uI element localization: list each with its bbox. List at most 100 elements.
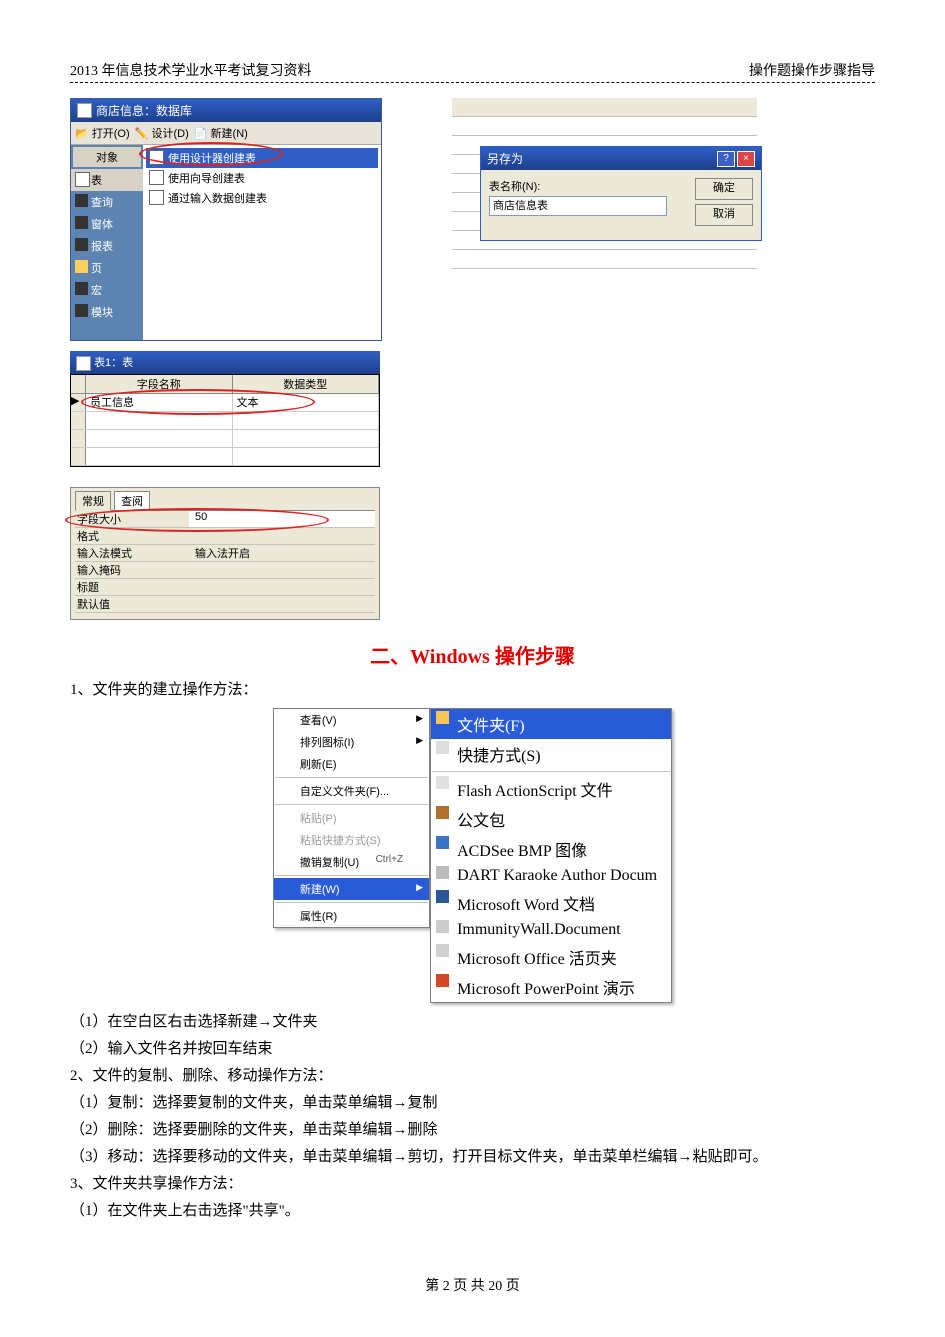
menu-properties[interactable]: 属性(R)	[274, 905, 429, 927]
prop-label-size: 字段大小	[75, 511, 189, 527]
sidebar-item-page[interactable]: 页	[71, 257, 143, 279]
shortcut-icon	[436, 741, 449, 754]
sidebar-item-query[interactable]: 查询	[71, 191, 143, 213]
menu-customize[interactable]: 自定义文件夹(F)...	[274, 780, 429, 802]
design-button[interactable]: ✏️ 设计(D)	[132, 125, 189, 141]
menu-new[interactable]: 新建(W)▶	[274, 878, 429, 900]
p3: （2）输入文件名并按回车结束	[70, 1036, 875, 1063]
arrow-icon: ▶	[416, 735, 423, 746]
create-table-wizard[interactable]: 使用向导创建表	[146, 168, 378, 188]
prop-val-caption[interactable]	[189, 579, 375, 595]
report-icon	[75, 238, 88, 251]
help-icon[interactable]: ?	[717, 151, 735, 167]
p1: 1、文件夹的建立操作方法：	[70, 677, 875, 704]
header-right: 操作题操作步骤指导	[749, 60, 875, 80]
data-type-cell[interactable]: 文本	[233, 394, 380, 411]
macro-icon	[75, 282, 88, 295]
new-submenu: 文件夹(F) 快捷方式(S) Flash ActionScript 文件 公文包…	[430, 708, 672, 1003]
query-icon	[75, 194, 88, 207]
menu-separator	[432, 771, 670, 772]
menu-paste-shortcut: 粘贴快捷方式(S)	[274, 829, 429, 851]
section-heading: 二、Windows 操作步骤	[70, 640, 875, 669]
p2: （1）在空白区右击选择新建→文件夹	[70, 1009, 875, 1036]
header-left: 2013 年信息技术学业水平考试复习资料	[70, 60, 312, 80]
create-table-designer[interactable]: 使用设计器创建表	[146, 148, 378, 168]
submenu-shortcut[interactable]: 快捷方式(S)	[431, 739, 671, 769]
table-icon	[75, 172, 90, 187]
prop-val-size[interactable]: 50	[189, 511, 375, 527]
menu-paste: 粘贴(P)	[274, 807, 429, 829]
sidebar-item-form[interactable]: 窗体	[71, 213, 143, 235]
menu-separator	[275, 777, 428, 778]
menu-undo[interactable]: 撤销复制(U)Ctrl+Z	[274, 851, 429, 873]
image-icon	[436, 836, 449, 849]
form-icon	[75, 216, 88, 229]
ok-button[interactable]: 确定	[695, 178, 753, 200]
close-icon[interactable]: ×	[737, 151, 755, 167]
access-database-window: 商店信息：数据库 📂 打开(O) ✏️ 设计(D) 📄 新建(N) 对象 表 查…	[70, 98, 382, 341]
sidebar-header: 对象	[73, 147, 141, 167]
prop-val-mask[interactable]	[189, 562, 375, 578]
file-icon	[436, 866, 449, 879]
table-title-bar: 表1：表	[70, 351, 380, 374]
tab-lookup[interactable]: 查阅	[114, 491, 150, 511]
new-button[interactable]: 📄 新建(N)	[191, 125, 248, 141]
arrow-icon: ▶	[416, 882, 423, 893]
file-icon	[436, 920, 449, 933]
tablename-input[interactable]: 商店信息表	[489, 196, 667, 216]
prop-label-default: 默认值	[75, 596, 189, 612]
sidebar-item-table[interactable]: 表	[71, 169, 143, 191]
submenu-dart[interactable]: DART Karaoke Author Docum	[431, 864, 671, 888]
p6: （2）删除：选择要删除的文件夹，单击菜单编辑→删除	[70, 1117, 875, 1144]
folder-icon	[436, 711, 449, 724]
table-design-window: 表1：表 字段名称 数据类型 ▶ 员工信息 文本	[70, 351, 380, 620]
menu-arrange[interactable]: 排列图标(I)▶	[274, 731, 429, 753]
submenu-immunity[interactable]: ImmunityWall.Document	[431, 918, 671, 942]
field-name-cell[interactable]: 员工信息	[86, 394, 233, 411]
menu-refresh[interactable]: 刷新(E)	[274, 753, 429, 775]
p4: 2、文件的复制、删除、移动操作方法：	[70, 1063, 875, 1090]
context-menu: 查看(V)▶ 排列图标(I)▶ 刷新(E) 自定义文件夹(F)... 粘贴(P)…	[273, 708, 430, 928]
create-table-input[interactable]: 通过输入数据创建表	[146, 188, 378, 208]
wizard-icon	[149, 170, 164, 185]
open-button[interactable]: 📂 打开(O)	[75, 125, 130, 141]
context-menu-figure: 查看(V)▶ 排列图标(I)▶ 刷新(E) 自定义文件夹(F)... 粘贴(P)…	[273, 708, 672, 1003]
module-icon	[75, 304, 88, 317]
property-pane: 常规 查阅 字段大小50 格式 输入法模式输入法开启 输入掩码 标题 默认值	[70, 487, 380, 620]
shortcut-label: Ctrl+Z	[376, 854, 404, 865]
p7: （3）移动：选择要移动的文件夹，单击菜单编辑→剪切，打开目标文件夹，单击菜单栏编…	[70, 1144, 875, 1171]
submenu-folder[interactable]: 文件夹(F)	[431, 709, 671, 739]
word-icon	[436, 890, 449, 903]
cancel-button[interactable]: 取消	[695, 204, 753, 226]
db-main-pane: 使用设计器创建表 使用向导创建表 通过输入数据创建表	[143, 145, 381, 340]
sidebar-item-report[interactable]: 报表	[71, 235, 143, 257]
submenu-bmp[interactable]: ACDSee BMP 图像	[431, 834, 671, 864]
menu-view[interactable]: 查看(V)▶	[274, 709, 429, 731]
prop-val-default[interactable]	[189, 596, 375, 612]
submenu-ppt[interactable]: Microsoft PowerPoint 演示	[431, 972, 671, 1002]
table-window-icon	[76, 356, 91, 371]
submenu-flash[interactable]: Flash ActionScript 文件	[431, 774, 671, 804]
page-footer: 第 2 页 共 20 页	[0, 1275, 945, 1295]
tab-general[interactable]: 常规	[75, 491, 111, 511]
prop-label-format: 格式	[75, 528, 189, 544]
db-title-bar: 商店信息：数据库	[71, 99, 381, 122]
header-divider	[70, 82, 875, 83]
p5: （1）复制：选择要复制的文件夹，单击菜单编辑→复制	[70, 1090, 875, 1117]
sidebar-item-module[interactable]: 模块	[71, 301, 143, 323]
submenu-binder[interactable]: Microsoft Office 活页夹	[431, 942, 671, 972]
designer-icon	[149, 150, 164, 165]
submenu-briefcase[interactable]: 公文包	[431, 804, 671, 834]
col-field-name: 字段名称	[86, 375, 233, 393]
db-sidebar: 对象 表 查询 窗体 报表 页 宏 模块	[71, 145, 143, 340]
briefcase-icon	[436, 806, 449, 819]
sidebar-item-macro[interactable]: 宏	[71, 279, 143, 301]
menu-separator	[275, 902, 428, 903]
col-data-type: 数据类型	[233, 375, 380, 393]
prop-val-ime[interactable]: 输入法开启	[189, 545, 375, 561]
p8: 3、文件夹共享操作方法：	[70, 1171, 875, 1198]
row-selector[interactable]: ▶	[71, 394, 86, 411]
submenu-word[interactable]: Microsoft Word 文档	[431, 888, 671, 918]
db-toolbar: 📂 打开(O) ✏️ 设计(D) 📄 新建(N)	[71, 122, 381, 145]
prop-val-format[interactable]	[189, 528, 375, 544]
